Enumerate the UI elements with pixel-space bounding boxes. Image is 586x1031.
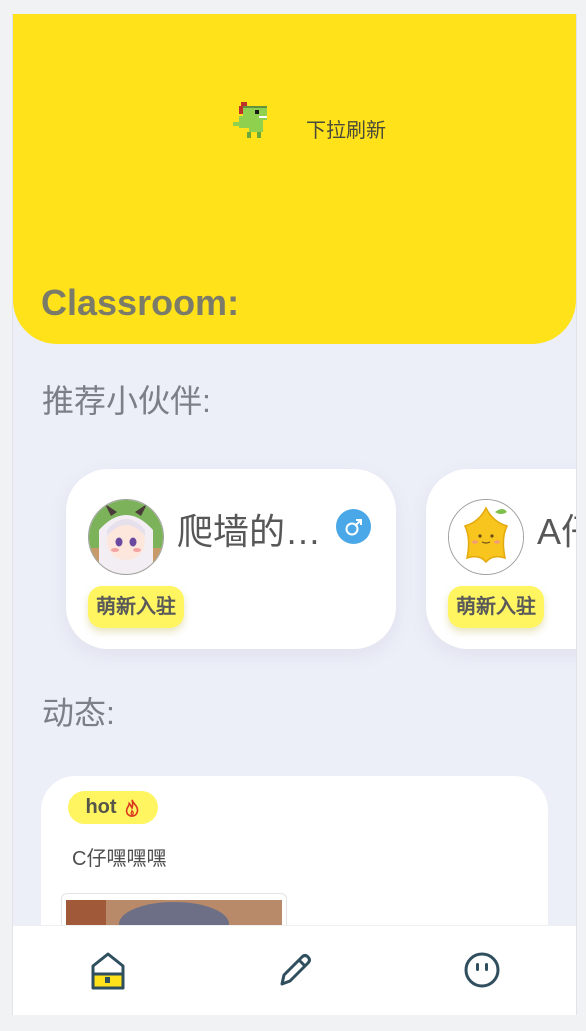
anime-girl-avatar-icon[interactable] bbox=[88, 499, 164, 575]
flame-icon bbox=[125, 799, 138, 817]
edit-icon[interactable] bbox=[274, 948, 314, 992]
hot-badge: hot bbox=[68, 791, 158, 824]
partner-name: 爬墙的… bbox=[177, 511, 322, 552]
recommend-section-title: 推荐小伙伴: bbox=[42, 383, 211, 419]
bottom-tab-bar bbox=[13, 925, 576, 1015]
yellow-star-mascot-avatar-icon[interactable] bbox=[448, 499, 524, 575]
hot-badge-label: hot bbox=[85, 796, 117, 818]
pull-to-refresh-label: 下拉刷新 bbox=[306, 120, 386, 142]
partner-card[interactable]: 爬墙的… 萌新入驻 bbox=[66, 469, 396, 649]
page-title: Classroom: bbox=[41, 282, 240, 323]
app-screen: 下拉刷新 Classroom: 推荐小伙伴: 爬墙的… 萌新入驻 A 萌新入驻 … bbox=[12, 14, 577, 1015]
moments-section-title: 动态: bbox=[42, 695, 115, 731]
profile-icon[interactable] bbox=[462, 948, 502, 992]
home-icon[interactable] bbox=[88, 948, 128, 992]
header-banner: 下拉刷新 Classroom: bbox=[13, 14, 576, 344]
post-author: C仔嘿嘿嘿 bbox=[72, 848, 167, 870]
newcomer-tag: 萌新入驻 bbox=[448, 586, 544, 628]
male-icon bbox=[336, 509, 371, 544]
newcomer-tag: 萌新入驻 bbox=[88, 586, 184, 628]
dinosaur-icon bbox=[233, 102, 267, 138]
partner-card[interactable]: A仔 萌新入驻 bbox=[426, 469, 576, 649]
partner-name: A仔 bbox=[537, 511, 576, 552]
